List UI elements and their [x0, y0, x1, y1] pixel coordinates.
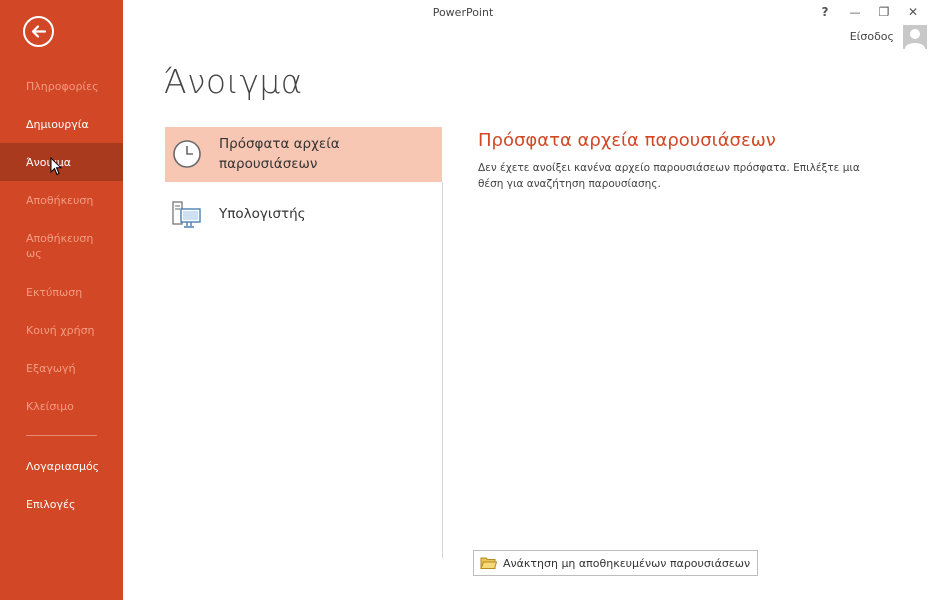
- sidebar-item-close[interactable]: Κλείσιμο: [0, 387, 123, 425]
- page-title: Άνοιγμα: [164, 62, 303, 101]
- recent-section-title: Πρόσφατα αρχεία παρουσιάσεων: [478, 130, 776, 151]
- sidebar-item-label: Αποθήκευση: [26, 193, 94, 207]
- place-recent-presentations[interactable]: Πρόσφατα αρχεία παρουσιάσεων: [165, 127, 442, 182]
- sidebar-item-label: Κλείσιμο: [26, 399, 74, 413]
- close-button[interactable]: ✕: [903, 4, 923, 20]
- sidebar-item-label: Εξαγωγή: [26, 361, 76, 375]
- window-title: PowerPoint: [432, 6, 494, 19]
- sidebar-item-label: Άνοιγμα: [26, 155, 71, 169]
- sidebar-item-label: Δημιουργία: [26, 117, 89, 131]
- sidebar-item-label: Επιλογές: [26, 497, 76, 511]
- sidebar-item-print[interactable]: Εκτύπωση: [0, 273, 123, 311]
- sidebar-item-label: Πληροφορίες: [26, 79, 99, 93]
- sidebar-item-label: Εκτύπωση: [26, 285, 83, 299]
- sidebar-item-save-as[interactable]: Αποθήκευση ως: [0, 224, 123, 268]
- sidebar-item-export[interactable]: Εξαγωγή: [0, 349, 123, 387]
- places-divider: [442, 182, 443, 558]
- sidebar-item-label: Κοινή χρήση: [26, 323, 95, 337]
- place-label: Πρόσφατα αρχεία παρουσιάσεων: [219, 136, 340, 172]
- place-computer[interactable]: Υπολογιστής: [165, 196, 442, 234]
- computer-icon: [172, 201, 201, 228]
- mouse-cursor-icon: [50, 157, 62, 176]
- back-button[interactable]: [23, 16, 54, 47]
- backstage-sidebar: Πληροφορίες Δημιουργία Άνοιγμα Αποθήκευσ…: [0, 0, 123, 600]
- clock-icon: [173, 140, 201, 168]
- minimize-icon: —: [849, 5, 861, 19]
- sidebar-item-info[interactable]: Πληροφορίες: [0, 67, 123, 105]
- sidebar-item-options[interactable]: Επιλογές: [0, 485, 123, 523]
- user-avatar-icon: [903, 25, 927, 49]
- sidebar-item-save[interactable]: Αποθήκευση: [0, 181, 123, 219]
- sidebar-item-new[interactable]: Δημιουργία: [0, 105, 123, 143]
- avatar[interactable]: [903, 25, 927, 49]
- recover-button-label: Ανάκτηση μη αποθηκευμένων παρουσιάσεων: [503, 556, 751, 570]
- close-icon: ✕: [907, 5, 919, 19]
- folder-icon: [480, 557, 497, 569]
- signin-link[interactable]: Είσοδος: [850, 30, 894, 43]
- help-icon: ?: [821, 5, 829, 19]
- sidebar-divider: [26, 435, 97, 436]
- minimize-button[interactable]: —: [845, 4, 865, 20]
- sidebar-item-label: Αποθήκευση ως: [26, 232, 94, 260]
- help-button[interactable]: ?: [816, 4, 834, 20]
- back-arrow-icon: [31, 25, 47, 38]
- restore-button[interactable]: ❐: [874, 4, 894, 20]
- sidebar-item-share[interactable]: Κοινή χρήση: [0, 311, 123, 349]
- recover-unsaved-presentations-button[interactable]: Ανάκτηση μη αποθηκευμένων παρουσιάσεων: [473, 550, 758, 576]
- sidebar-item-label: Λογαριασμός: [26, 459, 100, 473]
- restore-icon: ❐: [878, 5, 890, 19]
- recent-section-description: Δεν έχετε ανοίξει κανένα αρχείο παρουσιά…: [478, 162, 860, 190]
- place-label: Υπολογιστής: [219, 206, 306, 222]
- sidebar-item-account[interactable]: Λογαριασμός: [0, 447, 123, 485]
